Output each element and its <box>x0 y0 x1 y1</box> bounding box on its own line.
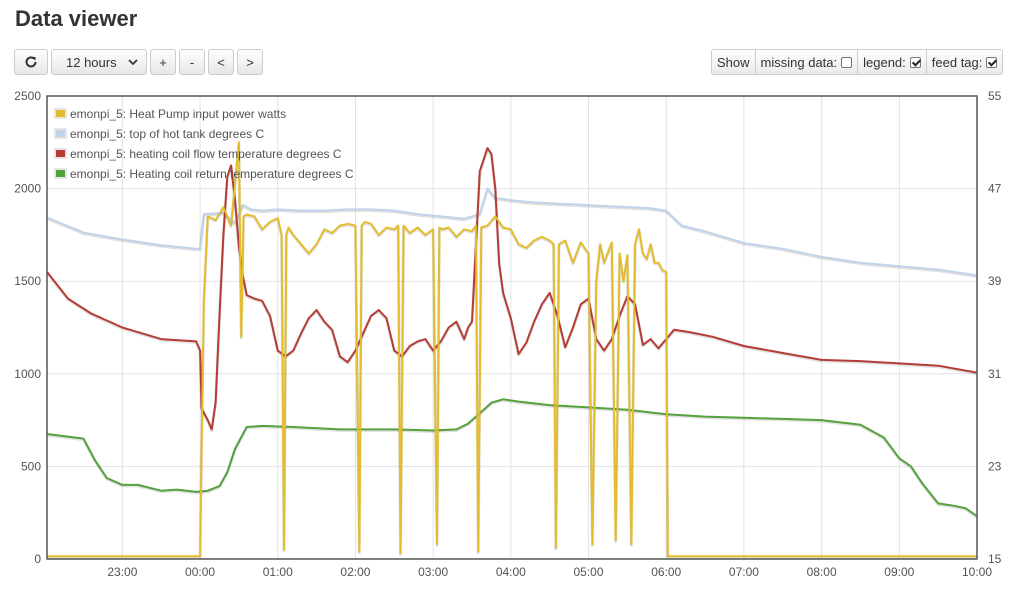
y-right-tick-label: 31 <box>988 367 1002 381</box>
x-tick-label: 08:00 <box>807 565 837 579</box>
timespan-value: 12 hours <box>66 54 117 70</box>
missing-data-label: missing data: <box>760 54 838 70</box>
legend-label: emonpi_5: Heat Pump input power watts <box>70 107 286 121</box>
legend-swatch <box>56 130 65 137</box>
x-tick-label: 03:00 <box>418 565 448 579</box>
x-tick-label: 04:00 <box>496 565 526 579</box>
x-tick-label: 10:00 <box>962 565 992 579</box>
missing-data-option[interactable]: missing data: <box>755 49 859 75</box>
x-tick-label: 07:00 <box>729 565 759 579</box>
x-tick-label: 06:00 <box>651 565 681 579</box>
y-left-tick-label: 2000 <box>14 182 41 196</box>
pan-left-button[interactable]: < <box>208 49 234 75</box>
chart-legend: emonpi_5: Heat Pump input power watts emo… <box>54 107 354 181</box>
y-right-tick-label: 39 <box>988 274 1002 288</box>
legend-label: emonpi_5: heating coil flow temperature … <box>70 147 342 161</box>
x-tick-label: 23:00 <box>107 565 137 579</box>
y-right-tick-label: 47 <box>988 182 1002 196</box>
feed-tag-checkbox[interactable] <box>986 56 998 68</box>
page-title: Data viewer <box>15 6 138 31</box>
chart[interactable]: 0 500 1000 1500 2000 2500 15 23 31 39 47 55 23:00 00:… <box>0 85 1024 590</box>
display-options: Show missing data: legend: feed tag: <box>711 49 1004 75</box>
x-tick-label: 00:00 <box>185 565 215 579</box>
y-right-tick-label: 23 <box>988 459 1002 473</box>
feed-tag-label: feed tag: <box>931 54 983 70</box>
series-shadow <box>45 147 978 432</box>
refresh-button[interactable] <box>14 49 48 75</box>
legend-option[interactable]: legend: <box>858 49 927 75</box>
y-right-tick-label: 15 <box>988 552 1002 566</box>
zoom-out-button[interactable]: - <box>179 49 205 75</box>
legend-swatch <box>56 110 65 117</box>
y-left-tick-label: 1500 <box>14 274 41 288</box>
legend-swatch <box>56 150 65 157</box>
series-line <box>46 398 978 518</box>
legend-checkbox[interactable] <box>909 56 921 68</box>
y-right-tick-label: 55 <box>988 89 1002 103</box>
legend-label: legend: <box>863 54 906 70</box>
series-shadow <box>47 141 977 559</box>
series-line <box>46 147 978 431</box>
x-tick-label: 02:00 <box>340 565 370 579</box>
chevron-down-icon <box>128 59 138 66</box>
chart-ticks: 0 500 1000 1500 2000 2500 15 23 31 39 47 55 23:00 00:… <box>14 89 1001 579</box>
y-left-tick-label: 2500 <box>14 89 41 103</box>
feed-tag-option[interactable]: feed tag: <box>926 49 1004 75</box>
zoom-in-button[interactable]: + <box>150 49 176 75</box>
chart-series <box>45 141 978 559</box>
y-left-tick-label: 500 <box>21 459 41 473</box>
timespan-select[interactable]: 12 hours <box>51 49 147 75</box>
legend-label: emonpi_5: Heating coil return temperatur… <box>70 167 354 181</box>
x-tick-label: 05:00 <box>574 565 604 579</box>
chart-toolbar: 12 hours + - < > <box>14 49 263 75</box>
legend-label: emonpi_5: top of hot tank degrees C <box>70 127 264 141</box>
series-line <box>47 141 977 558</box>
legend-swatch <box>56 170 65 177</box>
x-tick-label: 01:00 <box>263 565 293 579</box>
x-tick-label: 09:00 <box>884 565 914 579</box>
pan-right-button[interactable]: > <box>237 49 263 75</box>
series-shadow <box>46 398 978 519</box>
y-left-tick-label: 0 <box>34 552 41 566</box>
show-label: Show <box>711 49 756 75</box>
missing-data-checkbox[interactable] <box>841 56 853 68</box>
y-left-tick-label: 1000 <box>14 367 41 381</box>
refresh-icon <box>25 56 37 68</box>
